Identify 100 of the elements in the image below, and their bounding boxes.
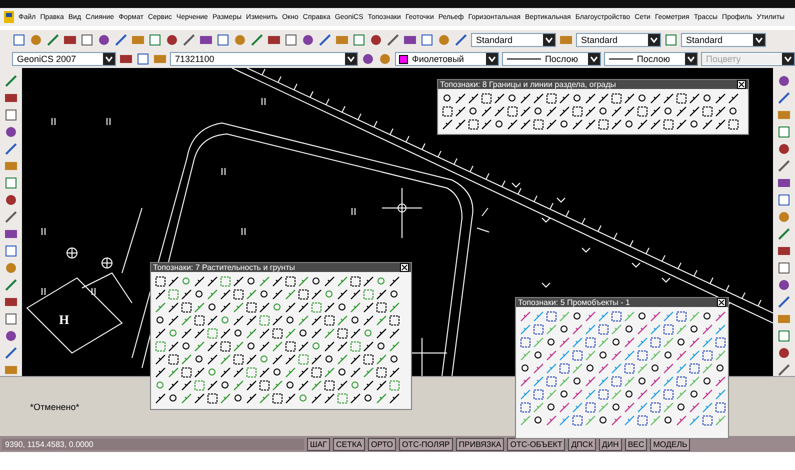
toolbar-icon[interactable] <box>301 33 315 47</box>
toolbar-icon[interactable] <box>46 33 60 47</box>
toolbar-icon[interactable] <box>777 142 791 156</box>
toolbar-icon[interactable] <box>318 33 332 47</box>
status-toggle-button[interactable]: ПРИВЯЗКА <box>456 438 504 450</box>
toolbar-icon[interactable] <box>777 108 791 122</box>
toolbar-icon[interactable] <box>63 33 77 47</box>
toolbar-icon[interactable] <box>777 312 791 326</box>
command-line-text: *Отменено* <box>30 402 80 412</box>
toolbar-icon[interactable] <box>664 33 678 47</box>
toolbar-icon[interactable] <box>386 33 400 47</box>
toolbar-icon[interactable] <box>4 159 18 173</box>
toolbar-icon[interactable] <box>777 74 791 88</box>
toolbar-icon[interactable] <box>437 33 451 47</box>
toolbar-icon[interactable] <box>148 33 162 47</box>
toolbar-icon[interactable] <box>233 33 247 47</box>
combo-value: Standard <box>580 35 619 45</box>
toolbar-icon[interactable] <box>777 159 791 173</box>
close-icon[interactable] <box>400 263 409 272</box>
dropdown-field[interactable]: Standard <box>681 33 766 47</box>
status-toggle-button[interactable]: ШАГ <box>307 438 330 450</box>
toolbar-icon[interactable] <box>165 33 179 47</box>
toolbar-icon[interactable] <box>152 52 167 66</box>
dropdown-field[interactable]: Standard <box>471 33 556 47</box>
toolbar-icon[interactable] <box>369 33 383 47</box>
toolbar-icon[interactable] <box>216 33 230 47</box>
toolbar-icon[interactable] <box>777 227 791 241</box>
dropdown-field[interactable]: Послою <box>604 52 698 66</box>
toolbar-icon[interactable] <box>777 193 791 207</box>
toolbar-icon[interactable] <box>4 176 18 190</box>
toolbar-icon[interactable] <box>361 52 375 66</box>
toolbar-icon[interactable] <box>4 244 18 258</box>
dropdown-field[interactable]: Standard <box>576 33 661 47</box>
toolbar-icon[interactable] <box>335 33 349 47</box>
toolbar-icon[interactable] <box>378 52 392 66</box>
dropdown-field[interactable]: 71321100 <box>170 52 358 66</box>
palette-title: Топознаки: 5 Промобъекты - 1 <box>518 298 630 307</box>
toolbar-icon[interactable] <box>777 329 791 343</box>
toolbar-icon[interactable] <box>777 125 791 139</box>
toolbar-icon[interactable] <box>777 176 791 190</box>
toolbar-icon[interactable] <box>182 33 196 47</box>
toolbar-icon[interactable] <box>136 52 150 66</box>
toolbar-icon[interactable] <box>4 329 18 343</box>
toolbar-icon[interactable] <box>777 363 791 376</box>
toolbar-icon[interactable] <box>777 295 791 309</box>
toolbar-icon[interactable] <box>267 33 281 47</box>
line-sample-icon <box>506 57 541 61</box>
well-symbol <box>102 258 112 268</box>
dropdown-field[interactable]: Послою <box>502 52 601 66</box>
toolbar-icon[interactable] <box>403 33 417 47</box>
toolbar-icon[interactable] <box>777 261 791 275</box>
toolbar-icon[interactable] <box>114 33 128 47</box>
toolbar-icon[interactable] <box>352 33 366 47</box>
status-toggle-button[interactable]: ОРТО <box>368 438 396 450</box>
toolbar-icon[interactable] <box>4 210 18 224</box>
palette-title: Топознаки: 8 Границы и линии раздела, ограды <box>440 80 616 89</box>
toolbar-icon[interactable] <box>199 33 213 47</box>
combo-value: Поцвету <box>702 54 782 64</box>
toolbar-icon[interactable] <box>777 244 791 258</box>
toolbar-icon[interactable] <box>4 125 18 139</box>
toolbar-icon[interactable] <box>118 52 133 66</box>
well-symbol <box>66 248 78 258</box>
toolbar-icon[interactable] <box>250 33 264 47</box>
crosshair-cursor <box>382 188 422 238</box>
toolbar-icon[interactable] <box>777 278 791 292</box>
toolbar-icon[interactable] <box>420 33 434 47</box>
line-sample-icon <box>608 57 633 61</box>
toolbar-icon[interactable] <box>4 278 18 292</box>
toolbar-icon[interactable] <box>4 261 18 275</box>
toolbar-icon[interactable] <box>777 346 791 360</box>
toolbar-icon[interactable] <box>131 33 145 47</box>
dropdown-field[interactable]: GeoniCS 2007 <box>12 52 116 66</box>
toolbar-icon[interactable] <box>80 33 94 47</box>
combo-value: Standard <box>475 35 514 45</box>
toolbar-icon[interactable] <box>4 108 18 122</box>
close-icon[interactable] <box>717 298 726 307</box>
toolbar-icon[interactable] <box>4 227 18 241</box>
toolbar-icon[interactable] <box>4 91 18 105</box>
toolbar-icon[interactable] <box>4 295 18 309</box>
toolbar-icon[interactable] <box>12 33 26 47</box>
combo-value: 71321100 <box>174 54 216 64</box>
toolbar-icon[interactable] <box>4 312 18 326</box>
toolbar-icon[interactable] <box>4 193 18 207</box>
toolbar-icon[interactable] <box>777 91 791 105</box>
toolbar-icon[interactable] <box>29 33 43 47</box>
status-toggle-button[interactable]: ОТС-ПОЛЯР <box>398 438 453 450</box>
toolbar-icon[interactable] <box>4 142 18 156</box>
toolbar-icon[interactable] <box>97 33 111 47</box>
status-toggle-button[interactable]: СЕТКА <box>333 438 365 450</box>
toolbar-icon[interactable] <box>777 210 791 224</box>
toolbar-icon[interactable] <box>4 363 18 376</box>
toolbar-icon[interactable] <box>4 346 18 360</box>
dropdown-field[interactable]: Фиолетовый <box>395 52 499 66</box>
toolbar-icon[interactable] <box>454 33 468 47</box>
combo-value: Послою <box>544 54 580 64</box>
toolbar-icon[interactable] <box>4 74 18 88</box>
color-swatch <box>399 54 408 64</box>
toolbar-icon[interactable] <box>284 33 298 47</box>
close-icon[interactable] <box>737 80 746 89</box>
app-logo-icon[interactable] <box>4 11 14 23</box>
